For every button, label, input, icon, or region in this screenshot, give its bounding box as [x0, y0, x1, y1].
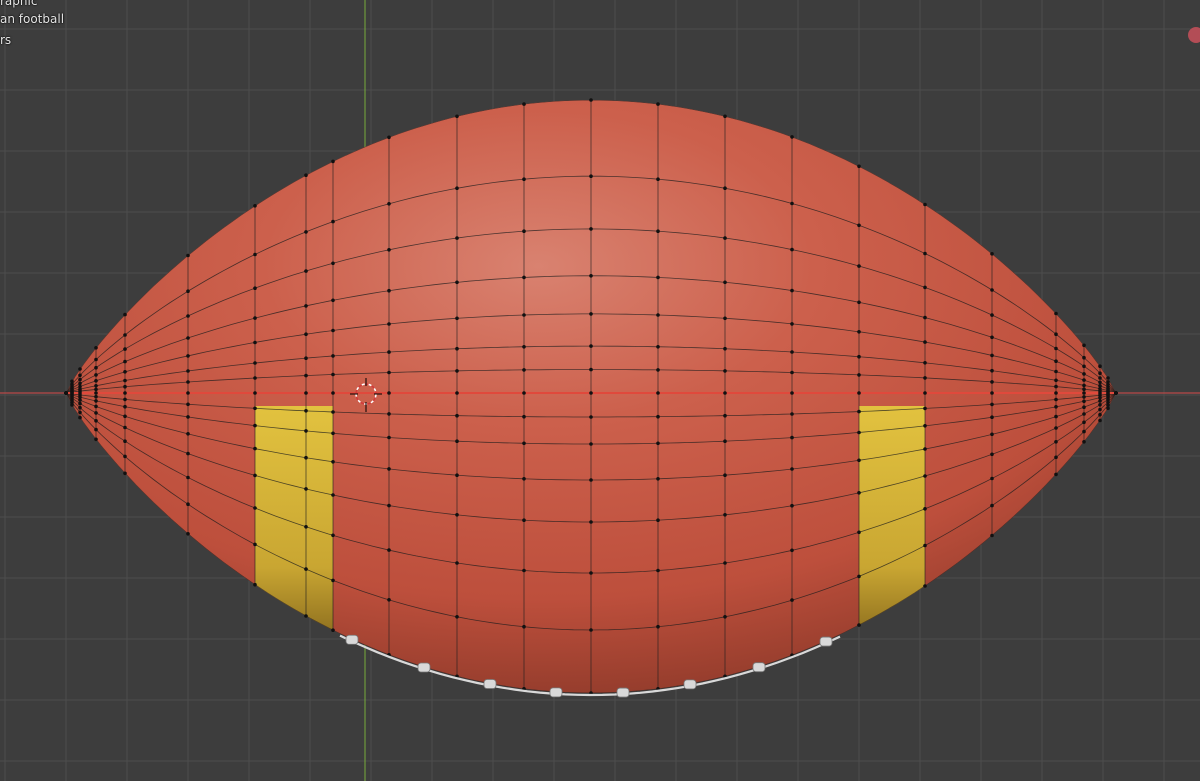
football-mesh[interactable] [64, 98, 1118, 695]
left-stripe [255, 406, 333, 636]
lace-knot[interactable] [483, 679, 497, 689]
object-name-label: an football [0, 12, 65, 26]
units-label: rs [0, 33, 12, 47]
lace-knot[interactable] [549, 687, 563, 698]
lace-knot[interactable] [345, 634, 359, 645]
record-indicator-icon[interactable] [1188, 27, 1200, 43]
lace-knot[interactable] [752, 662, 766, 673]
lace-knot[interactable] [616, 687, 630, 698]
view-mode-label: raphic [0, 0, 38, 8]
lace-knot[interactable] [683, 679, 697, 690]
lace-knot[interactable] [417, 662, 431, 673]
3d-viewport[interactable]: raphic an football rs [0, 0, 1200, 781]
viewport-canvas[interactable] [0, 0, 1200, 781]
lace-knot[interactable] [819, 636, 833, 647]
